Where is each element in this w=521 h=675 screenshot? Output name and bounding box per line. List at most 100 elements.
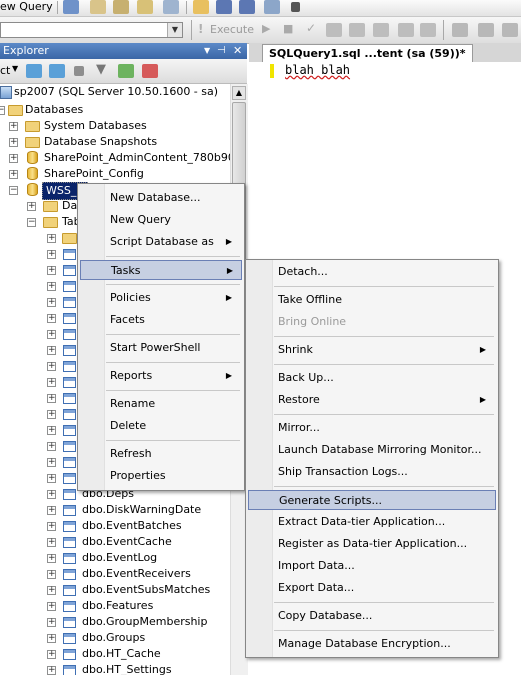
- save-icon[interactable]: [216, 0, 232, 14]
- expand-icon[interactable]: +: [47, 586, 56, 595]
- menu-item-tasks[interactable]: Tasks ▶: [80, 260, 242, 280]
- menu-item-generate-scripts[interactable]: Generate Scripts...: [248, 490, 496, 510]
- menu-item-start-powershell[interactable]: Start PowerShell: [80, 338, 240, 358]
- menu-item-shrink[interactable]: Shrink ▶: [248, 340, 494, 360]
- tree-node-table[interactable]: dbo.Features: [82, 598, 153, 614]
- display-plan-icon[interactable]: [326, 23, 342, 37]
- menu-item-copy-database[interactable]: Copy Database...: [248, 606, 494, 626]
- tree-node-database-snapshots[interactable]: Database Snapshots: [44, 134, 157, 150]
- pin-icon[interactable]: ⊣: [217, 43, 226, 59]
- expand-icon[interactable]: +: [47, 618, 56, 627]
- tree-node-database-diagrams[interactable]: Da: [62, 198, 77, 214]
- tree-node-table[interactable]: dbo.EventSubsMatches: [82, 582, 210, 598]
- menu-item-import-data[interactable]: Import Data...: [248, 556, 494, 576]
- parse-icon[interactable]: ✓: [306, 21, 316, 35]
- expand-icon[interactable]: +: [47, 522, 56, 531]
- toolbar-options-icon[interactable]: [291, 2, 300, 12]
- intellisense-icon[interactable]: [373, 23, 389, 37]
- expand-icon[interactable]: +: [47, 650, 56, 659]
- menu-item-delete[interactable]: Delete: [80, 416, 240, 436]
- activity-monitor-icon[interactable]: [264, 0, 280, 14]
- expand-icon[interactable]: +: [27, 202, 36, 211]
- query-options-icon[interactable]: [349, 23, 365, 37]
- expand-icon[interactable]: +: [47, 474, 56, 483]
- menu-item-register-data-tier[interactable]: Register as Data-tier Application...: [248, 534, 494, 554]
- expand-icon[interactable]: +: [47, 298, 56, 307]
- mdx-query-icon[interactable]: [113, 0, 129, 14]
- menu-item-launch-mirroring-monitor[interactable]: Launch Database Mirroring Monitor...: [248, 440, 494, 460]
- new-query-button[interactable]: ew Query: [0, 0, 53, 14]
- menu-item-ship-transaction-logs[interactable]: Ship Transaction Logs...: [248, 462, 494, 482]
- expand-icon[interactable]: +: [47, 330, 56, 339]
- close-icon[interactable]: ✕: [233, 43, 242, 59]
- menu-item-mirror[interactable]: Mirror...: [248, 418, 494, 438]
- tree-node-table[interactable]: dbo.HT_Settings: [82, 662, 172, 675]
- tree-node-sharepoint-admincontent[interactable]: SharePoint_AdminContent_780b90b3-: [44, 150, 230, 166]
- results-text-icon[interactable]: [398, 23, 414, 37]
- results-file-icon[interactable]: [452, 23, 468, 37]
- expand-icon[interactable]: +: [47, 378, 56, 387]
- tree-node-table[interactable]: dbo.DiskWarningDate: [82, 502, 201, 518]
- cancel-query-icon[interactable]: ■: [283, 22, 293, 35]
- menu-item-manage-encryption[interactable]: Manage Database Encryption...: [248, 634, 494, 654]
- menu-item-new-database[interactable]: New Database...: [80, 188, 240, 208]
- open-file-icon[interactable]: [193, 0, 209, 14]
- collapse-icon[interactable]: −: [0, 106, 5, 115]
- chevron-down-icon[interactable]: ▼: [12, 64, 18, 73]
- collapse-icon[interactable]: −: [9, 186, 18, 195]
- expand-icon[interactable]: +: [47, 634, 56, 643]
- expand-icon[interactable]: +: [47, 234, 56, 243]
- expand-icon[interactable]: +: [47, 410, 56, 419]
- tree-node-sharepoint-config[interactable]: SharePoint_Config: [44, 166, 144, 182]
- tree-node-table[interactable]: dbo.EventCache: [82, 534, 172, 550]
- expand-icon[interactable]: +: [47, 266, 56, 275]
- tree-node-table[interactable]: dbo.EventBatches: [82, 518, 182, 534]
- expand-icon[interactable]: +: [47, 362, 56, 371]
- menu-item-policies[interactable]: Policies ▶: [80, 288, 240, 308]
- xmla-query-icon[interactable]: [163, 0, 179, 14]
- analysis-query-icon[interactable]: [90, 0, 106, 14]
- expand-icon[interactable]: +: [9, 138, 18, 147]
- menu-item-take-offline[interactable]: Take Offline: [248, 290, 494, 310]
- expand-icon[interactable]: +: [9, 170, 18, 179]
- disconnect-icon[interactable]: [49, 64, 65, 78]
- filter-icon[interactable]: ▼: [96, 62, 106, 77]
- expand-icon[interactable]: +: [47, 570, 56, 579]
- expand-icon[interactable]: +: [9, 154, 18, 163]
- menu-item-new-query[interactable]: New Query: [80, 210, 240, 230]
- expand-icon[interactable]: +: [47, 394, 56, 403]
- menu-item-restore[interactable]: Restore ▶: [248, 390, 494, 410]
- activity-monitor-icon[interactable]: [142, 64, 158, 78]
- expand-icon[interactable]: +: [47, 314, 56, 323]
- expand-icon[interactable]: +: [47, 442, 56, 451]
- menu-item-rename[interactable]: Rename: [80, 394, 240, 414]
- tree-node-databases[interactable]: Databases: [25, 102, 83, 118]
- tree-node-table[interactable]: dbo.EventLog: [82, 550, 157, 566]
- save-all-icon[interactable]: [239, 0, 255, 14]
- menu-item-bring-online[interactable]: Bring Online: [248, 312, 494, 332]
- menu-item-extract-data-tier[interactable]: Extract Data-tier Application...: [248, 512, 494, 532]
- tree-node-server[interactable]: sp2007 (SQL Server 10.50.1600 - sa): [14, 84, 218, 100]
- chevron-down-icon[interactable]: ▼: [167, 23, 182, 37]
- expand-icon[interactable]: +: [47, 554, 56, 563]
- stop-icon[interactable]: [74, 66, 84, 76]
- expand-icon[interactable]: +: [47, 458, 56, 467]
- expand-icon[interactable]: +: [47, 490, 56, 499]
- results-grid-icon[interactable]: [420, 23, 436, 37]
- tab-sqlquery1[interactable]: SQLQuery1.sql ...tent (sa (59))*: [262, 44, 473, 63]
- new-file-icon[interactable]: [63, 0, 79, 14]
- tree-node-system-databases[interactable]: System Databases: [44, 118, 147, 134]
- expand-icon[interactable]: +: [47, 602, 56, 611]
- expand-icon[interactable]: +: [9, 122, 18, 131]
- tree-node-table[interactable]: dbo.Groups: [82, 630, 145, 646]
- menu-item-reports[interactable]: Reports ▶: [80, 366, 240, 386]
- menu-item-back-up[interactable]: Back Up...: [248, 368, 494, 388]
- debug-icon[interactable]: ▶: [262, 22, 270, 35]
- refresh-icon[interactable]: [118, 64, 134, 78]
- expand-icon[interactable]: +: [47, 250, 56, 259]
- tree-node-table[interactable]: dbo.EventReceivers: [82, 566, 191, 582]
- execute-button[interactable]: Execute: [210, 22, 254, 38]
- expand-icon[interactable]: +: [47, 346, 56, 355]
- expand-icon[interactable]: +: [47, 426, 56, 435]
- menu-item-refresh[interactable]: Refresh: [80, 444, 240, 464]
